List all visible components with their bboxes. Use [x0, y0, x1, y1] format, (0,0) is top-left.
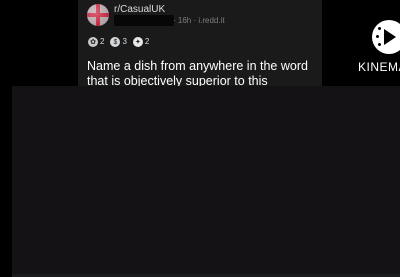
- award-count: 2: [144, 37, 150, 46]
- avatar-shade: [87, 4, 109, 26]
- kinemaster-watermark: KINEMA: [358, 60, 400, 74]
- helpful-award-icon: ✦: [132, 37, 143, 47]
- award-wholesome[interactable]: ✿ 2: [88, 37, 104, 47]
- kinemaster-logo-icon: [372, 20, 400, 54]
- subreddit-avatar[interactable]: [87, 4, 109, 26]
- logo-dot: [378, 27, 381, 30]
- reddit-post-card[interactable]: r/CasualUK · 16h · i.redd.it ✿ 2 $ 3 ✦ 2…: [78, 0, 322, 86]
- award-helpful[interactable]: ✦ 2: [132, 37, 150, 47]
- award-count: 3: [122, 37, 127, 46]
- post-meta: · 16h · i.redd.it: [173, 16, 225, 25]
- silver-award-icon: $: [110, 37, 121, 47]
- post-meta-row: · 16h · i.redd.it: [114, 15, 274, 26]
- wholesome-award-icon: ✿: [88, 37, 98, 47]
- play-triangle-icon: [384, 29, 396, 45]
- awards-row[interactable]: ✿ 2 $ 3 ✦ 2: [88, 35, 149, 49]
- logo-dot: [378, 43, 381, 46]
- screen: r/CasualUK · 16h · i.redd.it ✿ 2 $ 3 ✦ 2…: [0, 0, 400, 277]
- redacted-username: [114, 15, 174, 26]
- logo-dot: [376, 35, 379, 38]
- award-count: 2: [100, 37, 105, 46]
- post-title[interactable]: Name a dish from anywhere in the word th…: [87, 59, 319, 86]
- video-frame: [12, 86, 400, 277]
- award-silver[interactable]: $ 3: [110, 37, 127, 47]
- subreddit-name[interactable]: r/CasualUK: [114, 4, 165, 15]
